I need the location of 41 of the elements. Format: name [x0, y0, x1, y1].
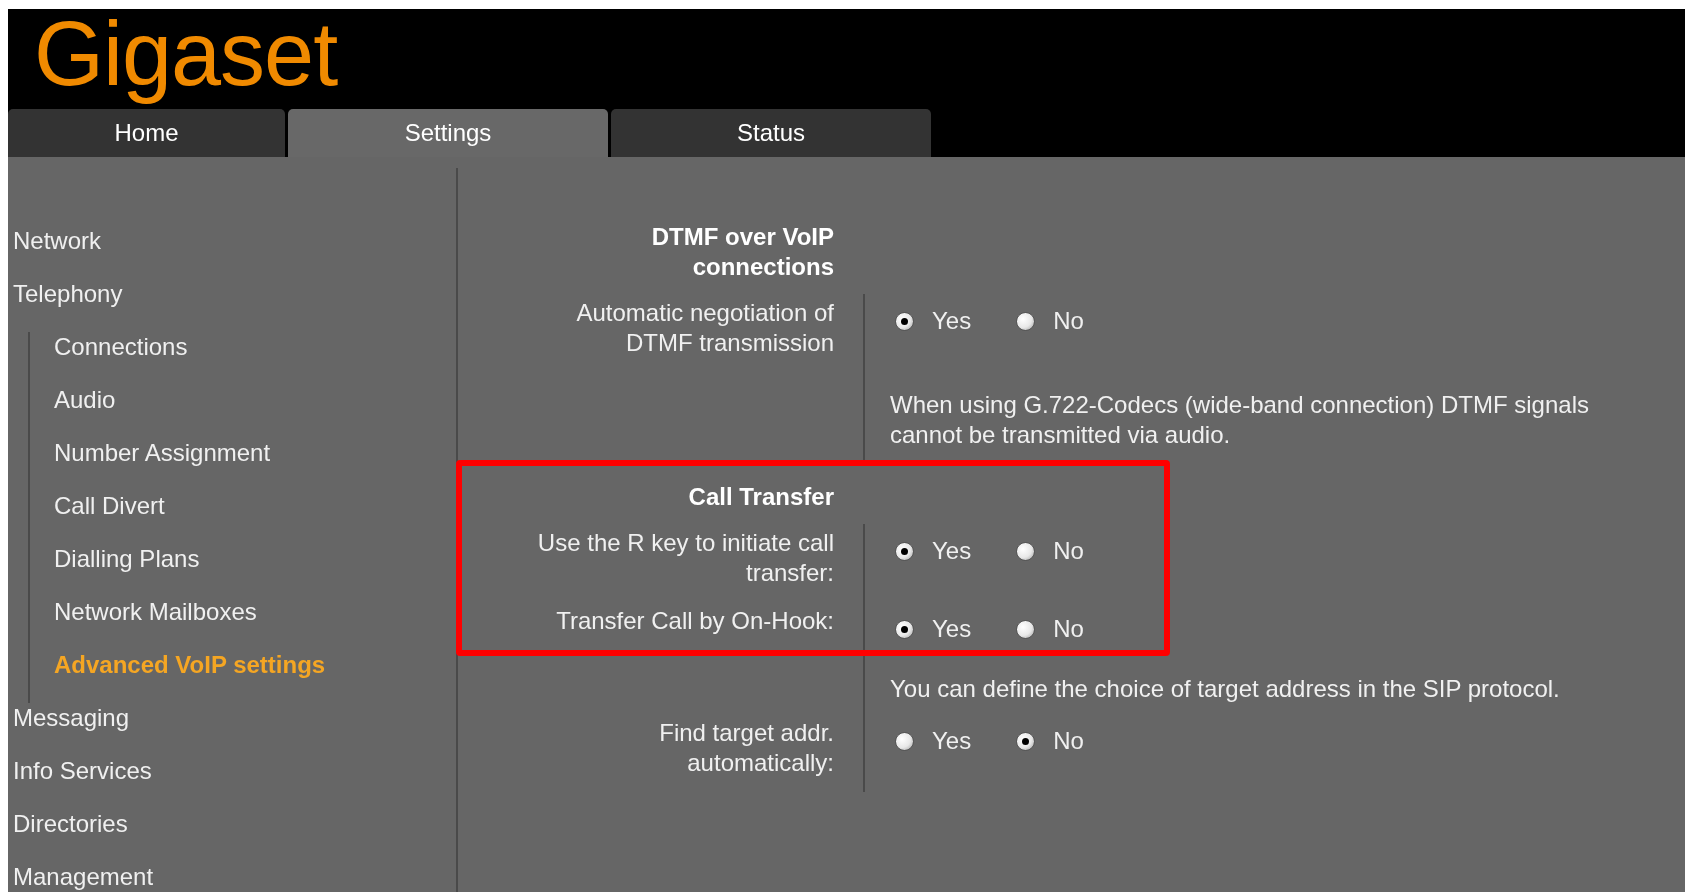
radio-button[interactable]: [1016, 619, 1036, 639]
section-heading: DTMF over VoIP connections: [650, 222, 834, 282]
section-heading: Call Transfer: [688, 482, 834, 512]
sidebar-item[interactable]: Info Services: [13, 757, 152, 784]
option-label: Yes: [932, 614, 972, 644]
info-text: You can define the choice of target address in the SIP protocol.: [890, 674, 1561, 704]
info-text: When using G.722-Codecs (wide-band connection) DTMF signals cannot be transmitted via audio.: [890, 390, 1590, 450]
sidebar-item[interactable]: Connections: [54, 333, 188, 360]
radio-button[interactable]: [1016, 731, 1036, 751]
sidebar-item[interactable]: Advanced VoIP settings: [54, 651, 326, 678]
sidebar-item[interactable]: Telephony: [13, 280, 123, 307]
sidebar-item[interactable]: Call Divert: [54, 492, 165, 519]
option-label: No: [1053, 306, 1084, 336]
sidebar-item[interactable]: Dialling Plans: [54, 545, 200, 572]
option-label: Yes: [932, 306, 972, 336]
sidebar-item[interactable]: Directories: [13, 810, 128, 837]
logo: Gigaset: [34, 9, 338, 106]
option-label: No: [1053, 726, 1084, 756]
option-label: No: [1053, 614, 1084, 644]
nav-tab[interactable]: Home: [8, 109, 285, 157]
nav-tab[interactable]: Status: [611, 109, 931, 157]
nav-tab[interactable]: Settings: [288, 109, 608, 157]
option-label: Yes: [932, 536, 972, 566]
field-label: Use the R key to initiate call transfer:: [536, 528, 834, 588]
sidebar-item[interactable]: Network Mailboxes: [54, 598, 257, 625]
sidebar-item[interactable]: Audio: [54, 386, 116, 413]
sidebar-item[interactable]: Network: [13, 227, 102, 254]
sidebar-item[interactable]: Number Assignment: [54, 439, 271, 466]
sidebar-item[interactable]: Messaging: [13, 704, 130, 731]
field-label: Automatic negotiation of DTMF transmission: [575, 298, 834, 358]
radio-button[interactable]: [1016, 311, 1036, 331]
radio-button[interactable]: [895, 541, 914, 561]
option-label: Yes: [932, 726, 972, 756]
radio-button[interactable]: [895, 731, 914, 751]
field-label: Find target addr. automatically:: [658, 718, 834, 778]
option-label: No: [1053, 536, 1084, 566]
radio-button[interactable]: [895, 311, 914, 331]
radio-button[interactable]: [895, 619, 914, 639]
radio-button[interactable]: [1016, 541, 1036, 561]
sidebar-item[interactable]: Management: [13, 863, 154, 890]
field-label: Transfer Call by On-Hook:: [556, 606, 834, 636]
